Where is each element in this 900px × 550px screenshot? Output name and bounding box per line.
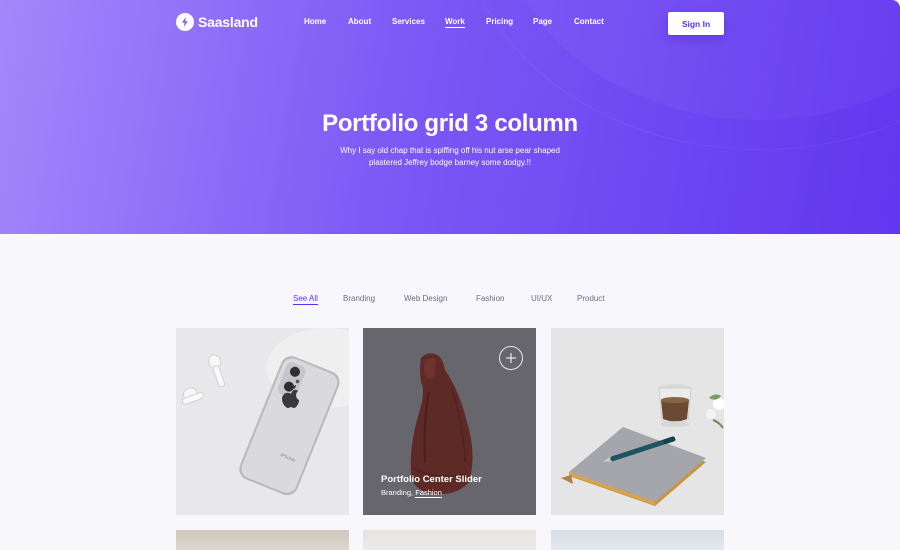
filter-branding[interactable]: Branding (343, 294, 375, 303)
plus-circle-icon[interactable] (499, 346, 523, 370)
sign-in-button[interactable]: Sign In (668, 12, 724, 35)
portfolio-item[interactable] (551, 530, 724, 550)
tag-branding[interactable]: Branding, (381, 488, 413, 497)
page-title: Portfolio grid 3 column (322, 110, 578, 137)
nav-item-home[interactable]: Home (304, 17, 326, 26)
page-subtitle-line1: Why I say old chap that is spiffing off … (340, 146, 560, 155)
portfolio-item[interactable] (363, 530, 536, 550)
filter-product[interactable]: Product (577, 294, 605, 303)
coffee-glass (658, 384, 692, 427)
filter-see-all[interactable]: See All (293, 294, 318, 305)
phone-photo: iPhone (176, 328, 349, 515)
nav-item-work[interactable]: Work (445, 17, 465, 28)
filter-web-design[interactable]: Web Design (404, 294, 447, 303)
portfolio-item-title[interactable]: Portfolio Center Slider (381, 474, 482, 485)
nav-item-page[interactable]: Page (533, 17, 552, 26)
portfolio-item[interactable] (551, 328, 724, 515)
tag-fashion[interactable]: Fashion (415, 488, 442, 498)
nav-item-pricing[interactable]: Pricing (486, 17, 513, 26)
page-subtitle: Why I say old chap that is spiffing off … (300, 145, 600, 169)
portfolio-item[interactable]: iPhone (176, 328, 349, 515)
notebook-photo (551, 328, 724, 515)
portfolio-item-tags: Branding, Fashion (381, 488, 442, 498)
portfolio-filters: See All Branding Web Design Fashion UI/U… (0, 294, 900, 306)
portfolio-item[interactable] (176, 530, 349, 550)
hero-banner: Saasland Home About Services Work Pricin… (0, 0, 900, 234)
page-subtitle-line2: plastered Jeffrey bodge barney some dodg… (368, 158, 532, 167)
main-nav: Home About Services Work Pricing Page Co… (0, 17, 900, 31)
nav-item-contact[interactable]: Contact (574, 17, 604, 26)
filter-fashion[interactable]: Fashion (476, 294, 504, 303)
nav-item-about[interactable]: About (348, 17, 371, 26)
filter-ui-ux[interactable]: UI/UX (531, 294, 552, 303)
portfolio-item-hovered[interactable]: Portfolio Center Slider Branding, Fashio… (363, 328, 536, 515)
nav-item-services[interactable]: Services (392, 17, 425, 26)
